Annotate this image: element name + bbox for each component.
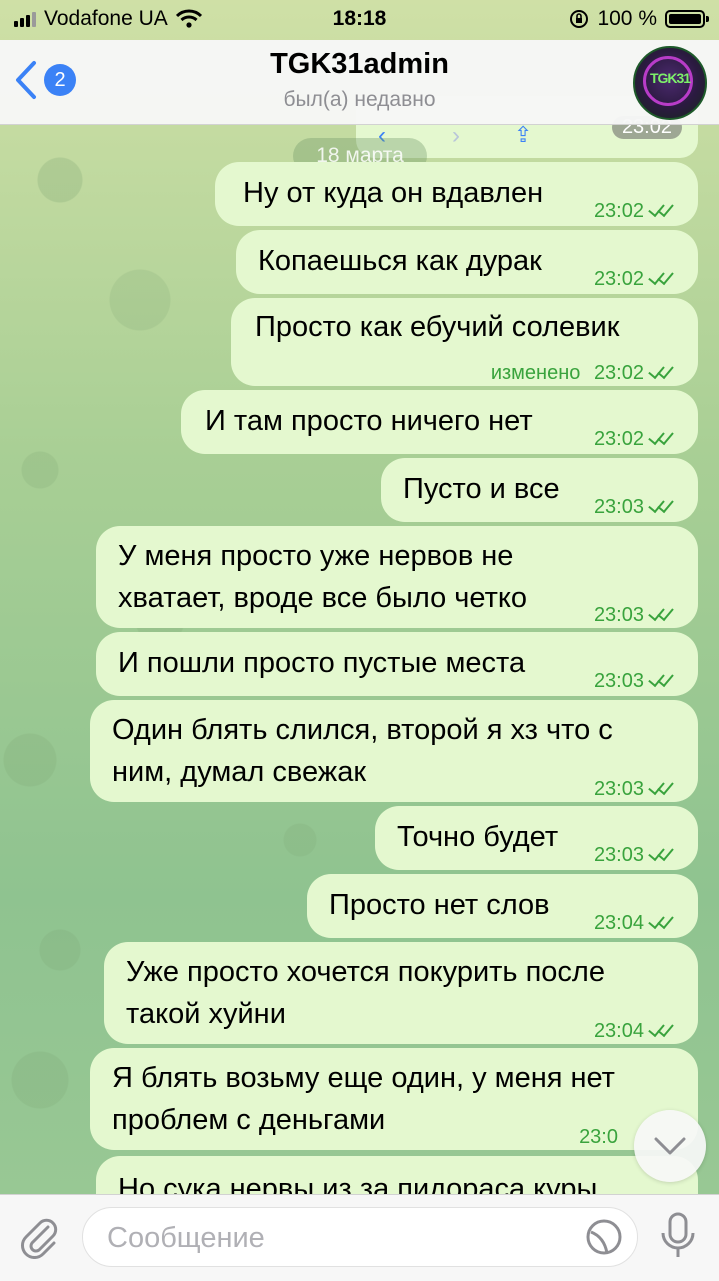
message-text: Просто нет слов (329, 889, 550, 921)
scroll-to-bottom-button[interactable] (634, 1110, 706, 1182)
message-bubble[interactable]: Копаешься как дурак 23:02 (236, 230, 698, 294)
message-meta: 23:03 (594, 768, 678, 810)
message-meta: 23:03 (594, 660, 678, 702)
message-text: И пошли просто пустые места (118, 647, 526, 679)
message-meta: изменено 23:02 (491, 352, 678, 394)
avatar-logo: TGK31 (649, 70, 691, 86)
message-bubble[interactable]: Пусто и все 23:03 (381, 458, 698, 522)
chat-header: 2 TGK31admin был(а) недавно TGK31 (0, 40, 719, 125)
message-meta: 23:02 (594, 258, 678, 300)
message-text-line: ним, думал свежак (112, 756, 367, 788)
message-text: Просто как ебучий солевик (255, 311, 620, 343)
message-time: 23:02 (593, 428, 644, 450)
message-text-line: Один блять слился, второй я хз что с (112, 714, 613, 746)
message-time: 23:0 (579, 1126, 618, 1148)
message-text: Точно будет (397, 821, 559, 853)
message-text-line: Уже просто хочется покурить после (126, 956, 605, 988)
orientation-lock-icon (570, 10, 589, 28)
message-bubble[interactable]: И пошли просто пустые места 23:03 (96, 632, 698, 696)
message-text-line: проблем с деньгами (112, 1104, 386, 1136)
double-check-icon (648, 780, 678, 798)
message-meta: 23:04 (594, 902, 678, 944)
message-bubble[interactable]: Уже просто хочется покурить после такой … (104, 942, 698, 1044)
double-check-icon (648, 846, 678, 864)
double-check-icon (648, 202, 678, 220)
message-text-line: Я блять возьму еще один, у меня нет (112, 1062, 615, 1094)
double-check-icon (648, 606, 678, 624)
message-meta: 23:03 (594, 486, 678, 528)
message-text: Ну от куда он вдавлен (243, 177, 544, 209)
message-bubble[interactable]: У меня просто уже нервов не хватает, вро… (96, 526, 698, 628)
message-text-line: такой хуйни (126, 998, 286, 1030)
status-bar: Vodafone UA 18:18 100 % (0, 0, 719, 40)
message-text: Копаешься как дурак (258, 245, 542, 277)
double-check-icon (648, 270, 678, 288)
avatar[interactable]: TGK31 (633, 46, 707, 120)
message-time: 23:04 (593, 1020, 644, 1042)
sticker-button[interactable] (585, 1218, 623, 1261)
message-bubble[interactable]: И там просто ничего нет 23:02 (181, 390, 698, 454)
message-meta: 23:03 (594, 834, 678, 876)
message-time: 23:04 (593, 912, 644, 934)
message-bubble[interactable]: Просто как ебучий солевик изменено 23:02 (231, 298, 698, 386)
message-time: 23:03 (593, 496, 644, 518)
message-bubble[interactable]: Один блять слился, второй я хз что с ним… (90, 700, 698, 802)
message-text-line: хватает, вроде все было четко (118, 582, 527, 614)
message-meta: 23:03 (594, 594, 678, 636)
share-icon: ⇪ (514, 122, 533, 147)
double-check-icon (648, 1022, 678, 1040)
message-time: 23:02 (593, 362, 644, 384)
message-input[interactable]: Сообщение (82, 1207, 638, 1267)
message-meta: 23:02 (594, 190, 678, 232)
voice-record-button[interactable] (658, 1211, 698, 1266)
double-check-icon (648, 672, 678, 690)
chat-title[interactable]: TGK31admin (0, 48, 719, 81)
message-bubble[interactable]: Точно будет 23:03 (375, 806, 698, 870)
chevron-down-icon (654, 1137, 686, 1155)
chevron-right-icon: › (452, 122, 460, 149)
double-check-icon (648, 364, 678, 382)
edited-label: изменено (490, 362, 581, 384)
message-input-bar: Сообщение (0, 1194, 719, 1281)
message-bubble[interactable]: Ну от куда он вдавлен 23:02 (215, 162, 698, 226)
double-check-icon (648, 430, 678, 448)
double-check-icon (648, 498, 678, 516)
message-meta: 23:02 (594, 418, 678, 460)
message-time: 23:03 (593, 844, 644, 866)
message-bubble[interactable]: Просто нет слов 23:04 (307, 874, 698, 938)
message-time: 23:02 (593, 268, 644, 290)
message-meta: 23:0 (579, 1116, 618, 1158)
chat-status: был(а) недавно (283, 88, 436, 111)
message-meta: 23:04 (594, 1010, 678, 1052)
paperclip-icon (21, 1218, 58, 1259)
message-text: И там просто ничего нет (205, 405, 533, 437)
double-check-icon (648, 914, 678, 932)
sticker-icon (586, 1219, 622, 1255)
battery-icon (665, 10, 709, 28)
message-text-line: У меня просто уже нервов не (118, 540, 514, 572)
message-time: 23:03 (593, 604, 644, 626)
message-bubble[interactable]: Я блять возьму еще один, у меня нет проб… (90, 1048, 698, 1150)
battery-percent: 100 % (597, 7, 657, 30)
message-time: 23:03 (593, 778, 644, 800)
message-text: Пусто и все (403, 473, 560, 505)
message-time: 23:02 (593, 200, 644, 222)
message-input-placeholder: Сообщение (107, 1222, 265, 1254)
microphone-icon (661, 1212, 695, 1257)
message-time: 23:03 (593, 670, 644, 692)
attach-button[interactable] (18, 1215, 62, 1264)
